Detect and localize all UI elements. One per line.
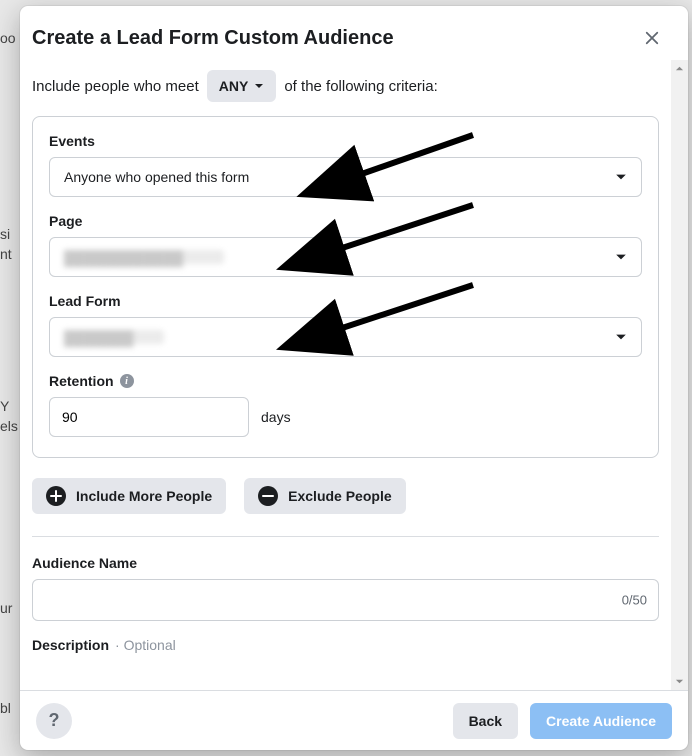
page-section: Page ████████████ [49,213,642,277]
include-more-button[interactable]: Include More People [32,478,226,514]
audience-name-section: Audience Name 0/50 [32,555,659,621]
lead-form-selected-value: ███████ [64,330,164,344]
criteria-line: Include people who meet ANY of the follo… [32,66,659,116]
retention-section: Retention i days [49,373,642,437]
description-optional-tag: · Optional [115,637,176,653]
caret-down-icon [615,171,627,183]
caret-down-icon [615,331,627,343]
create-audience-button[interactable]: Create Audience [530,703,672,739]
back-button[interactable]: Back [453,703,518,739]
description-section: Description · Optional [32,637,659,653]
divider [32,536,659,537]
retention-unit: days [261,409,291,425]
page-dropdown[interactable]: ████████████ [49,237,642,277]
scroll-up-icon[interactable] [671,60,688,77]
retention-label-text: Retention [49,373,114,389]
info-icon[interactable]: i [120,374,134,388]
retention-input[interactable] [49,397,249,437]
modal-body: Include people who meet ANY of the follo… [20,60,671,690]
plus-icon [46,486,66,506]
action-pills-row: Include More People Exclude People [32,478,659,514]
criteria-suffix: of the following criteria: [284,78,437,95]
exclude-people-label: Exclude People [288,488,391,504]
events-label: Events [49,133,642,149]
exclude-people-button[interactable]: Exclude People [244,478,405,514]
close-icon [643,29,661,47]
criteria-prefix: Include people who meet [32,78,199,95]
lead-form-section: Lead Form ███████ [49,293,642,357]
scroll-down-icon[interactable] [671,673,688,690]
retention-label: Retention i [49,373,642,389]
audience-name-input[interactable] [32,579,659,621]
help-button[interactable]: ? [36,703,72,739]
modal-footer: ? Back Create Audience [20,690,688,750]
minus-icon [258,486,278,506]
page-selected-value: ████████████ [64,250,224,264]
audience-name-counter: 0/50 [622,593,647,608]
lead-form-label: Lead Form [49,293,642,309]
criteria-mode-label: ANY [219,78,249,94]
lead-form-dropdown[interactable]: ███████ [49,317,642,357]
events-selected-value: Anyone who opened this form [64,169,249,185]
description-label-text: Description [32,637,109,653]
caret-down-icon [254,81,264,91]
criteria-mode-dropdown[interactable]: ANY [207,70,277,102]
modal-lead-form-audience: Create a Lead Form Custom Audience Inclu… [20,6,688,750]
audience-name-label: Audience Name [32,555,659,571]
events-section: Events Anyone who opened this form [49,133,642,197]
caret-down-icon [615,251,627,263]
description-label: Description · Optional [32,637,659,653]
criteria-card: Events Anyone who opened this form Page … [32,116,659,458]
scrollbar[interactable] [671,60,688,690]
modal-title: Create a Lead Form Custom Audience [32,27,394,50]
close-button[interactable] [636,22,668,54]
page-label: Page [49,213,642,229]
include-more-label: Include More People [76,488,212,504]
modal-header: Create a Lead Form Custom Audience [20,6,688,60]
events-dropdown[interactable]: Anyone who opened this form [49,157,642,197]
